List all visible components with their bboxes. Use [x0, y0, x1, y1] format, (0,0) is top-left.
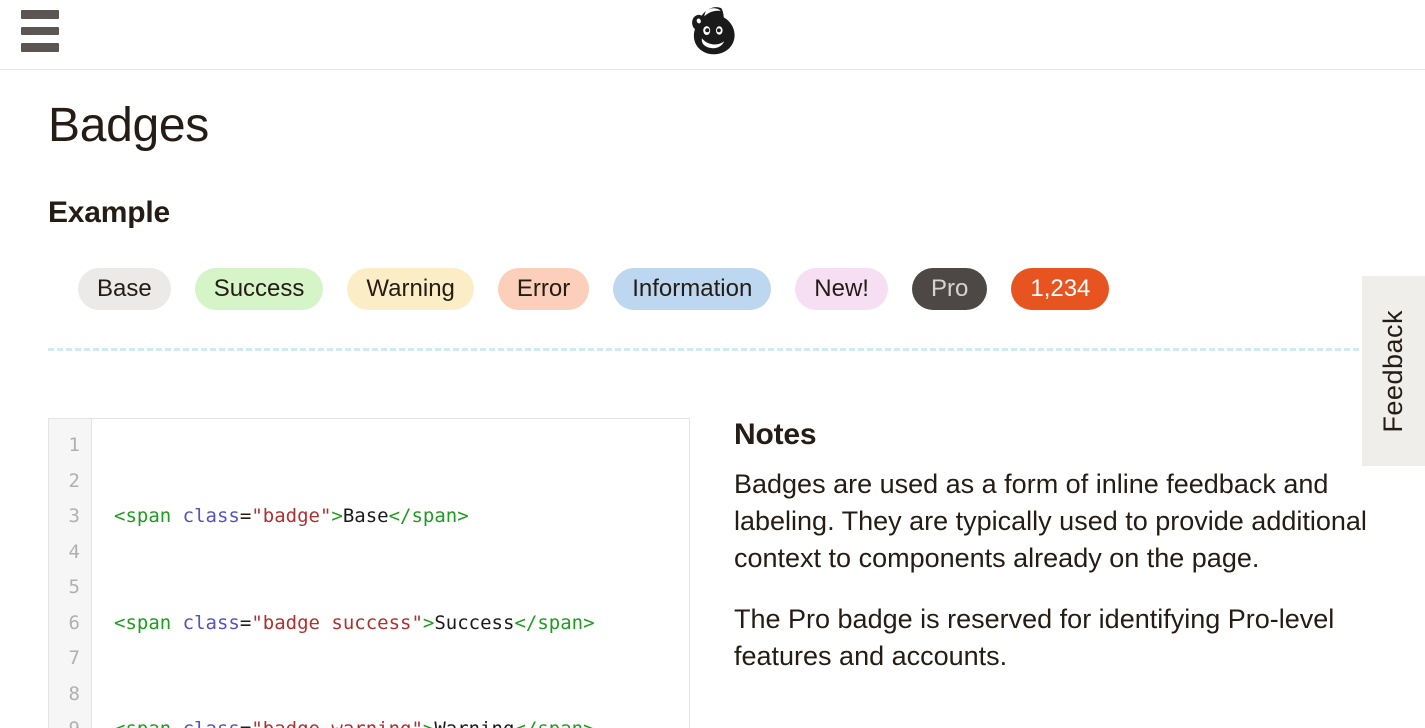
code-line-number-gutter: 1 2 3 4 5 6 7 8 9: [49, 419, 92, 728]
code-line: <span class="badge success">Success</spa…: [114, 606, 629, 642]
code-token-gt: >: [331, 505, 343, 528]
feedback-tab-button[interactable]: Feedback: [1362, 276, 1425, 466]
code-token-equals: =: [240, 718, 251, 728]
badge-success: Success: [194, 268, 324, 311]
code-line-number: 8: [68, 682, 80, 705]
badge-error: Error: [497, 268, 590, 311]
notes-panel: Notes Badges are used as a form of inlin…: [734, 418, 1377, 699]
page-content: Badges Example Base Success Warning Erro…: [0, 98, 1425, 728]
code-token-gt: >: [422, 611, 435, 634]
section-divider: [48, 348, 1377, 352]
code-sample-block[interactable]: 1 2 3 4 5 6 7 8 9 <span class="badge">Ba…: [48, 418, 690, 728]
code-token-attr: class: [183, 718, 240, 728]
code-token-equals: =: [239, 611, 252, 634]
code-token-equals: =: [239, 505, 252, 528]
code-line-number: 9: [49, 712, 80, 728]
code-token-string: "badge success": [251, 611, 423, 634]
code-token-text: Base: [342, 505, 389, 528]
hamburger-bar-3: [21, 43, 59, 53]
code-line-number: 1: [68, 434, 80, 457]
notes-paragraph-1: Badges are used as a form of inline feed…: [734, 469, 1367, 574]
code-token-attr: class: [182, 611, 240, 634]
mailchimp-freddie-logo[interactable]: [682, 1, 744, 63]
notes-heading: Notes: [734, 418, 817, 452]
badge-pro: Pro: [911, 268, 988, 311]
notes-paragraph-2: The Pro badge is reserved for identifyin…: [734, 604, 1335, 672]
code-token-attr: class: [182, 505, 240, 528]
badge-notification: 1,234: [1011, 268, 1110, 311]
badge-base: Base: [78, 268, 171, 311]
site-header: [0, 0, 1425, 70]
feedback-tab-label: Feedback: [1378, 309, 1408, 433]
example-and-notes-columns: 1 2 3 4 5 6 7 8 9 <span class="badge">Ba…: [48, 418, 1377, 728]
code-token-tag-open: <span: [114, 611, 172, 634]
section-title-example: Example: [48, 196, 170, 230]
code-lines[interactable]: <span class="badge">Base</span> <span cl…: [92, 419, 629, 728]
code-line-number: 6: [68, 611, 80, 634]
badge-example-row: Base Success Warning Error Information N…: [48, 268, 1377, 311]
hamburger-bar-2: [21, 26, 59, 36]
page-title: Badges: [48, 99, 209, 152]
code-line: <span class="badge">Base</span>: [114, 499, 629, 535]
code-line-number: 7: [68, 647, 80, 670]
code-token-tag-open: <span: [114, 718, 171, 728]
code-line-number: 5: [68, 576, 80, 599]
code-line-number: 4: [68, 540, 80, 563]
code-token-string: "badge": [251, 505, 332, 528]
badge-warning: Warning: [347, 268, 474, 311]
code-token-tag-close: </span>: [514, 611, 595, 634]
hamburger-menu-icon[interactable]: [19, 10, 61, 53]
code-line-number: 2: [68, 469, 80, 492]
code-token-tag-close: </span>: [514, 718, 594, 728]
code-token-gt: >: [423, 718, 434, 728]
badge-new: New!: [795, 268, 888, 311]
code-token-string: "badge warning": [251, 718, 423, 728]
code-token-tag-open: <span: [114, 505, 172, 528]
code-token-tag-close: </span>: [388, 505, 469, 528]
code-line-number: 3: [68, 505, 80, 528]
code-line: <span class="badge warning">Warning</spa…: [114, 712, 629, 728]
code-token-text: Warning: [434, 718, 514, 728]
badge-information: Information: [613, 268, 772, 311]
code-token-text: Success: [434, 611, 515, 634]
hamburger-bar-1: [21, 10, 59, 19]
